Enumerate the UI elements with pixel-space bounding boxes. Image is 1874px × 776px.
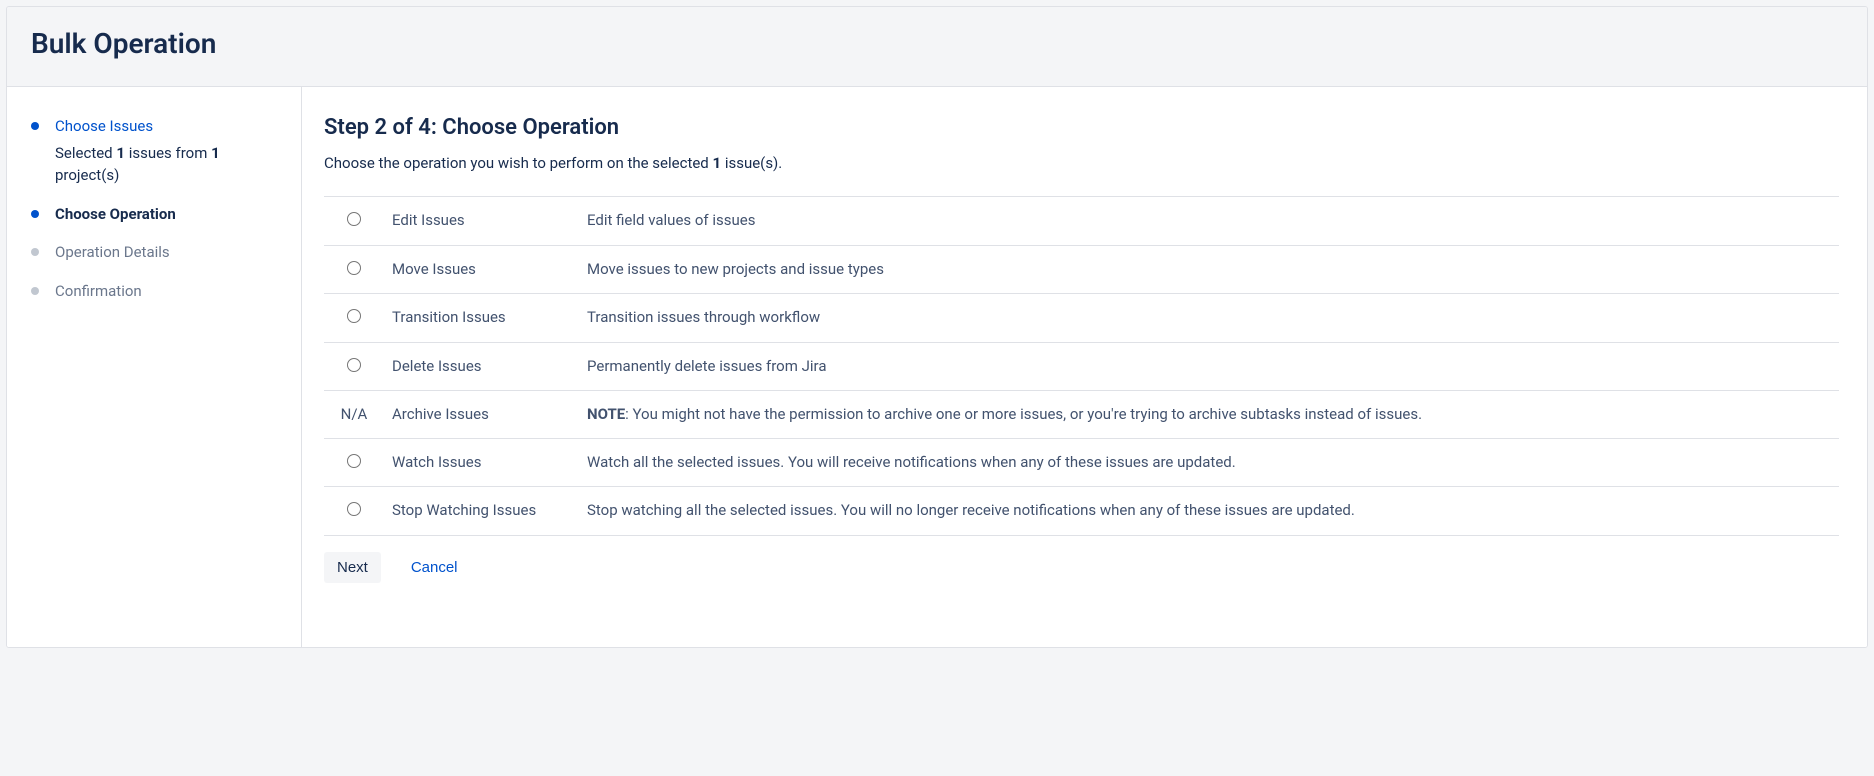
operation-name: Stop Watching Issues: [384, 487, 579, 536]
wizard-steps: Choose Issues Selected 1 issues from 1 p…: [31, 115, 281, 302]
step-choose-issues-link[interactable]: Choose Issues: [55, 117, 153, 135]
wizard-actions: Next Cancel: [324, 552, 1839, 583]
operation-row-transition: Transition Issues Transition issues thro…: [324, 294, 1839, 343]
operation-desc: Transition issues through workflow: [579, 294, 1839, 343]
step-operation-details: Operation Details: [31, 241, 281, 264]
step-instruction: Choose the operation you wish to perform…: [324, 154, 1839, 172]
step-confirmation: Confirmation: [31, 280, 281, 303]
wizard-sidebar: Choose Issues Selected 1 issues from 1 p…: [7, 87, 302, 647]
step-label: Confirmation: [55, 282, 142, 300]
operation-desc: Permanently delete issues from Jira: [579, 342, 1839, 391]
cancel-link[interactable]: Cancel: [407, 552, 462, 583]
page-title: Bulk Operation: [31, 27, 1843, 60]
operation-name: Transition Issues: [384, 294, 579, 343]
operation-radio-move[interactable]: [347, 261, 361, 275]
operation-row-delete: Delete Issues Permanently delete issues …: [324, 342, 1839, 391]
step-label: Operation Details: [55, 243, 170, 261]
page-body: Choose Issues Selected 1 issues from 1 p…: [7, 87, 1867, 647]
step-choose-issues-summary: Selected 1 issues from 1 project(s): [55, 142, 281, 187]
step-heading: Step 2 of 4: Choose Operation: [324, 115, 1839, 140]
bulk-operation-card: Bulk Operation Choose Issues Selected 1 …: [6, 6, 1868, 648]
operation-radio-edit[interactable]: [347, 212, 361, 226]
operation-radio-transition[interactable]: [347, 309, 361, 323]
operation-row-stop-watching: Stop Watching Issues Stop watching all t…: [324, 487, 1839, 536]
next-button[interactable]: Next: [324, 552, 381, 583]
operation-desc: Watch all the selected issues. You will …: [579, 438, 1839, 487]
operation-name: Edit Issues: [384, 197, 579, 246]
operation-row-archive: N/A Archive Issues NOTE: You might not h…: [324, 391, 1839, 439]
main-content: Step 2 of 4: Choose Operation Choose the…: [302, 87, 1867, 647]
step-choose-issues: Choose Issues Selected 1 issues from 1 p…: [31, 115, 281, 187]
operation-desc: NOTE: You might not have the permission …: [579, 391, 1839, 439]
operation-row-edit: Edit Issues Edit field values of issues: [324, 197, 1839, 246]
operation-name: Move Issues: [384, 245, 579, 294]
operation-name: Delete Issues: [384, 342, 579, 391]
operation-radio-watch[interactable]: [347, 454, 361, 468]
operation-desc: Move issues to new projects and issue ty…: [579, 245, 1839, 294]
operation-name: Archive Issues: [384, 391, 579, 439]
operation-row-watch: Watch Issues Watch all the selected issu…: [324, 438, 1839, 487]
operation-na-label: N/A: [341, 405, 368, 423]
operation-row-move: Move Issues Move issues to new projects …: [324, 245, 1839, 294]
step-choose-operation: Choose Operation: [31, 203, 281, 226]
step-label: Choose Operation: [55, 205, 176, 223]
operation-desc: Stop watching all the selected issues. Y…: [579, 487, 1839, 536]
operation-radio-stop-watching[interactable]: [347, 502, 361, 516]
operation-name: Watch Issues: [384, 438, 579, 487]
operation-radio-delete[interactable]: [347, 358, 361, 372]
operations-table: Edit Issues Edit field values of issues …: [324, 196, 1839, 536]
page-header: Bulk Operation: [7, 7, 1867, 87]
operation-desc: Edit field values of issues: [579, 197, 1839, 246]
